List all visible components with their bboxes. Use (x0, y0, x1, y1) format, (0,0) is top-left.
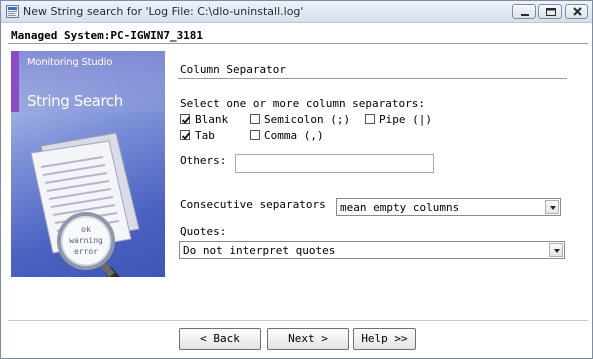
quotes-select[interactable]: Do not interpret quotes (179, 241, 565, 259)
consecutive-separators-value: mean empty columns (340, 201, 460, 214)
minimize-icon (521, 14, 529, 16)
magnifier-text-ok: ok (81, 225, 91, 234)
pipe-checkbox[interactable] (365, 114, 375, 124)
tab-checkbox-label[interactable]: Tab (195, 129, 215, 142)
separators-instruction: Select one or more column separators: (180, 97, 426, 110)
maximize-button[interactable] (538, 4, 562, 19)
section-title: Column Separator (180, 63, 286, 76)
others-input[interactable] (235, 154, 434, 173)
blank-checkbox[interactable] (180, 114, 191, 124)
consecutive-separators-label: Consecutive separators (180, 198, 326, 211)
section-divider (178, 78, 567, 79)
consecutive-dropdown-button[interactable] (545, 200, 559, 214)
wizard-banner: Monitoring Studio String Search ok warni… (11, 51, 165, 277)
managed-system-label: Managed System:PC-IGWIN7_3181 (11, 29, 204, 42)
magnifier-text-warning: warning (69, 236, 103, 245)
consecutive-separators-select[interactable]: mean empty columns (336, 198, 561, 216)
window-title: New String search for 'Log File: C:\dlo-… (23, 5, 304, 18)
footer-divider (8, 320, 588, 321)
minimize-button[interactable] (512, 4, 536, 19)
magnifier-text-error: error (74, 247, 98, 256)
back-button[interactable]: < Back (179, 328, 261, 350)
pipe-checkbox-label[interactable]: Pipe (|) (379, 113, 432, 126)
next-button[interactable]: Next > (267, 328, 349, 350)
document-magnifier-icon: ok warning error (30, 132, 140, 277)
help-button[interactable]: Help >> (353, 328, 416, 350)
close-button[interactable] (565, 4, 588, 19)
comma-checkbox-label[interactable]: Comma (,) (264, 129, 324, 142)
checkmark-icon (181, 132, 191, 140)
others-label: Others: (180, 154, 227, 167)
blank-checkbox-label[interactable]: Blank (195, 113, 228, 126)
quotes-value: Do not interpret quotes (183, 244, 336, 257)
banner-subtitle: Monitoring Studio (27, 57, 113, 68)
maximize-icon (546, 8, 556, 16)
quotes-label: Quotes: (180, 225, 227, 238)
checkmark-icon (181, 116, 191, 124)
header-divider (8, 43, 588, 44)
quotes-dropdown-button[interactable] (549, 243, 563, 257)
chevron-down-icon (550, 206, 556, 210)
semicolon-checkbox[interactable] (250, 114, 260, 124)
close-icon (573, 7, 582, 16)
banner-stripe (11, 51, 19, 112)
banner-title: String Search (27, 92, 123, 110)
comma-checkbox[interactable] (250, 130, 260, 140)
chevron-down-icon (554, 249, 560, 253)
dialog-window: New String search for 'Log File: C:\dlo-… (0, 0, 593, 359)
semicolon-checkbox-label[interactable]: Semicolon (;) (264, 113, 350, 126)
app-icon (6, 5, 19, 18)
tab-checkbox[interactable] (180, 130, 191, 140)
title-bar[interactable]: New String search for 'Log File: C:\dlo-… (1, 1, 592, 23)
